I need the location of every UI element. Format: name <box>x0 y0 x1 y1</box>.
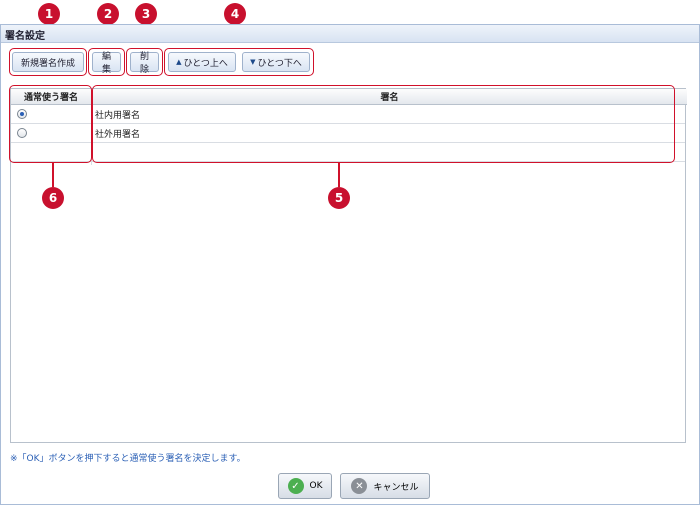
ok-button[interactable]: ✓ OK <box>278 473 332 499</box>
edit-button[interactable]: 編集 <box>92 52 121 75</box>
new-signature-button[interactable]: 新規署名作成 <box>12 52 84 72</box>
move-up-label: ひとつ上へ <box>183 58 228 69</box>
cancel-label: キャンセル <box>373 482 419 493</box>
instruction-note: ※「OK」ボタンを押下すると通常使う署名を決定します。 <box>10 454 246 464</box>
move-down-button[interactable]: ▼ ひとつ下へ <box>242 52 310 72</box>
close-icon: ✕ <box>351 478 368 494</box>
marker-1: 1 <box>38 3 60 25</box>
dialog-title: 署名設定 <box>1 25 699 43</box>
delete-button[interactable]: 削除 <box>130 52 159 75</box>
cancel-button[interactable]: ✕ キャンセル <box>340 473 430 499</box>
highlight-signature-column <box>92 85 675 163</box>
move-down-label: ひとつ下へ <box>257 58 302 69</box>
marker-6: 6 <box>42 187 64 209</box>
move-up-button[interactable]: ▲ ひとつ上へ <box>168 52 236 72</box>
marker-6-leader <box>52 163 54 187</box>
ok-label: OK <box>309 481 323 491</box>
marker-2: 2 <box>97 3 119 25</box>
check-icon: ✓ <box>287 478 304 494</box>
triangle-down-icon: ▼ <box>250 58 256 66</box>
highlight-default-column <box>9 85 92 163</box>
marker-5: 5 <box>328 187 350 209</box>
marker-3: 3 <box>135 3 157 25</box>
marker-5-leader <box>338 163 340 187</box>
triangle-up-icon: ▲ <box>176 58 182 66</box>
marker-4: 4 <box>224 3 246 25</box>
